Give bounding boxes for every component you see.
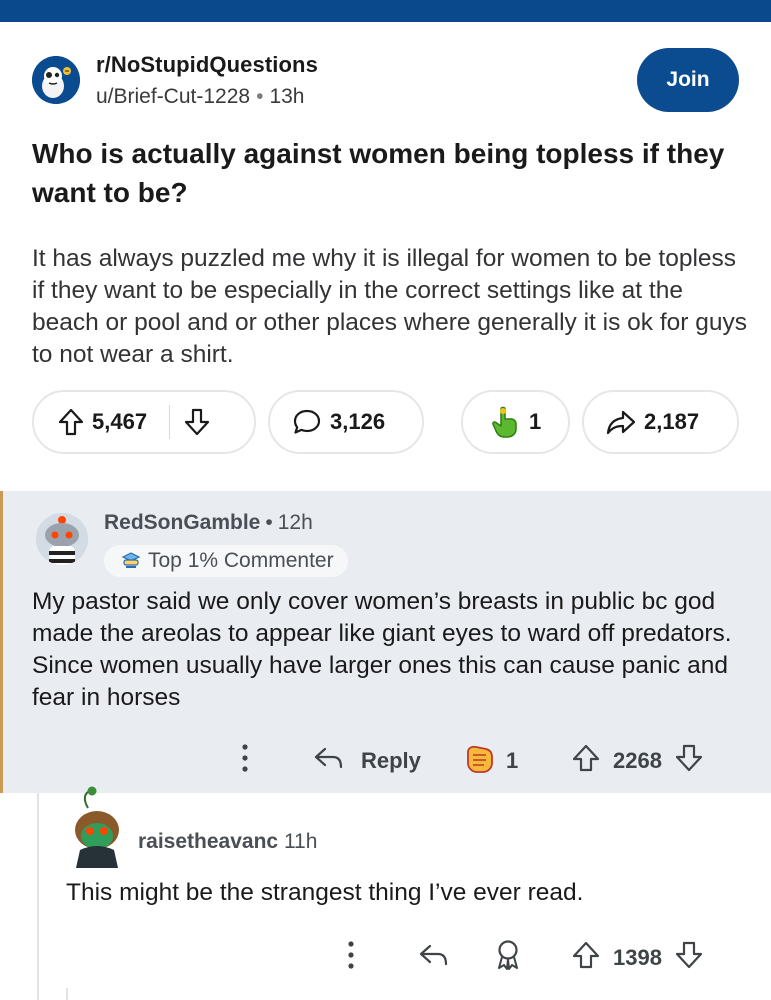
comment-score: 2268 <box>613 748 662 773</box>
upvote-count: 5,467 <box>92 409 148 434</box>
post-author[interactable]: u/Brief-Cut-1228 <box>96 85 250 108</box>
award-ribbon-icon <box>494 939 522 977</box>
comment-username[interactable]: raisetheavanc <box>138 830 278 853</box>
reply-arrow-icon <box>313 745 345 777</box>
comment-age: 12h <box>277 511 313 534</box>
arrow-up-icon[interactable] <box>58 408 84 436</box>
comment-score: 1398 <box>613 945 662 970</box>
thread-line[interactable] <box>66 988 68 1000</box>
post-header: r/NoStupidQuestions u/Brief-Cut-1228 • 13h… <box>32 48 742 112</box>
share-arrow-icon <box>606 409 636 435</box>
comment-text: My pastor said we only cover women’s bre… <box>32 588 732 711</box>
comment-vote: 1398 <box>571 938 704 978</box>
post-body: It has always puzzled me why it is illeg… <box>32 245 747 368</box>
vote-divider <box>169 405 171 439</box>
post-age: 13h <box>269 85 305 108</box>
arrow-up-icon[interactable] <box>571 743 601 779</box>
comment-vote: 2268 <box>571 741 704 781</box>
share-button[interactable]: 2,187 <box>582 390 739 454</box>
separator-dot: • <box>265 511 273 534</box>
vertical-dots-icon[interactable] <box>343 938 359 978</box>
arrow-up-icon[interactable] <box>571 940 601 976</box>
vote-pill: 5,467 <box>32 390 256 454</box>
reply-arrow-icon <box>418 942 450 974</box>
reply-label: Reply <box>361 748 421 773</box>
commenter-badge: Top 1% Commenter <box>104 545 348 577</box>
join-button[interactable]: Join <box>637 48 739 112</box>
highlight-bar <box>0 491 3 793</box>
comment-text: This might be the strangest thing I’ve e… <box>66 879 584 906</box>
comment-count: 3,126 <box>330 409 386 434</box>
avatar[interactable] <box>66 786 128 870</box>
award-count: 1 <box>529 409 542 434</box>
subreddit-name[interactable]: r/NoStupidQuestions <box>96 52 318 78</box>
badge-icon <box>121 552 141 568</box>
comment-actions <box>343 938 359 978</box>
arrow-down-icon[interactable] <box>184 408 210 436</box>
post-meta: u/Brief-Cut-1228 • 13h <box>96 85 304 109</box>
vertical-dots-icon[interactable] <box>237 741 253 781</box>
separator-dot: • <box>256 85 264 108</box>
thread-line[interactable] <box>37 793 39 1000</box>
fist-award-icon <box>462 740 498 782</box>
comment-author-line: RedSonGamble • 12h <box>104 511 313 535</box>
avatar[interactable] <box>36 513 88 565</box>
reply-button[interactable]: Reply <box>313 741 421 781</box>
speech-bubble-icon <box>292 408 322 436</box>
comment-author-line: raisetheavanc 11h <box>138 830 317 854</box>
post-title[interactable]: Who is actually against women being topl… <box>32 134 732 212</box>
top-bar <box>0 0 771 22</box>
comment-username[interactable]: RedSonGamble <box>104 511 260 534</box>
award-button[interactable]: 1 <box>461 390 570 454</box>
hand-award-icon <box>489 405 521 439</box>
share-count: 2,187 <box>644 409 700 434</box>
award-button[interactable] <box>494 938 522 978</box>
comment-award[interactable]: 1 <box>462 741 518 781</box>
comment-actions <box>237 741 253 781</box>
arrow-down-icon[interactable] <box>674 940 704 976</box>
comment-age: 11h <box>283 830 318 853</box>
arrow-down-icon[interactable] <box>674 743 704 779</box>
award-count: 1 <box>506 748 519 773</box>
badge-label: Top 1% Commenter <box>148 549 334 572</box>
reply-button[interactable] <box>418 938 450 978</box>
subreddit-avatar[interactable] <box>32 56 80 104</box>
comments-button[interactable]: 3,126 <box>268 390 424 454</box>
